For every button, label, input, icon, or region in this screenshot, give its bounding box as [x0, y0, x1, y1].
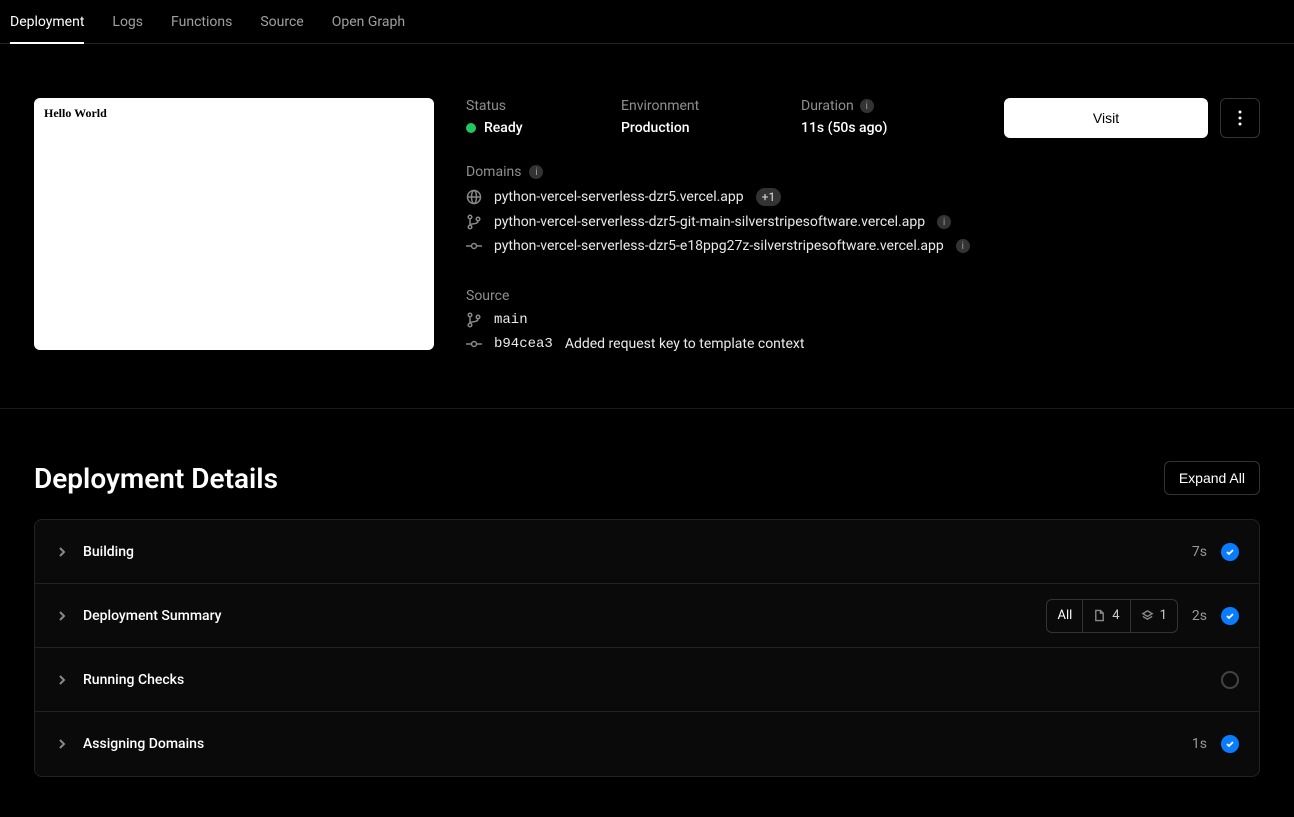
info-icon[interactable]: i — [937, 215, 951, 229]
deployment-meta: Status Ready Environment Production Dura… — [466, 98, 1260, 360]
branch-icon — [466, 214, 482, 230]
step-label: Building — [83, 544, 134, 560]
status-label: Status — [466, 98, 621, 114]
dots-vertical-icon — [1238, 110, 1242, 126]
duration-label: Duration — [801, 98, 854, 114]
status-dot-icon — [466, 123, 476, 133]
environment-block: Environment Production — [621, 98, 801, 136]
step-label: Assigning Domains — [83, 736, 204, 752]
info-icon[interactable]: i — [956, 239, 970, 253]
tab-functions[interactable]: Functions — [171, 0, 232, 44]
domain-row-commit[interactable]: python-vercel-serverless-dzr5-e18ppg27z-… — [466, 238, 1260, 254]
domain-url: python-vercel-serverless-dzr5.vercel.app — [494, 189, 744, 205]
commit-icon — [466, 336, 482, 352]
source-branch: main — [494, 312, 528, 328]
status-block: Status Ready — [466, 98, 621, 136]
expand-all-button[interactable]: Expand All — [1164, 461, 1260, 495]
duration-value: 11s (50s ago) — [801, 120, 971, 136]
source-branch-row[interactable]: main — [466, 312, 1260, 328]
step-assigning-domains[interactable]: Assigning Domains 1s — [35, 712, 1259, 776]
check-success-icon — [1221, 543, 1239, 561]
step-label: Deployment Summary — [83, 608, 222, 624]
step-duration: 1s — [1192, 736, 1207, 752]
layers-icon — [1141, 609, 1154, 622]
summary-filter-pill: All 4 1 — [1046, 599, 1177, 633]
globe-icon — [466, 189, 482, 205]
source-label: Source — [466, 288, 1260, 304]
domain-url: python-vercel-serverless-dzr5-git-main-s… — [494, 214, 925, 230]
tab-logs[interactable]: Logs — [112, 0, 143, 44]
domain-url: python-vercel-serverless-dzr5-e18ppg27z-… — [494, 238, 944, 254]
step-label: Running Checks — [83, 672, 184, 688]
chevron-right-icon — [55, 737, 69, 751]
check-empty-icon — [1221, 671, 1239, 689]
domains-label: Domains — [466, 164, 521, 180]
environment-value: Production — [621, 120, 801, 136]
section-divider — [0, 408, 1294, 409]
check-success-icon — [1221, 735, 1239, 753]
environment-label: Environment — [621, 98, 801, 114]
step-duration: 2s — [1192, 608, 1207, 624]
step-deployment-summary[interactable]: Deployment Summary All 4 1 2s — [35, 584, 1259, 648]
tab-open-graph[interactable]: Open Graph — [332, 0, 405, 44]
step-building[interactable]: Building 7s — [35, 520, 1259, 584]
summary-files-count[interactable]: 4 — [1083, 600, 1130, 632]
duration-block: Duration i 11s (50s ago) — [801, 98, 971, 136]
deployment-steps: Building 7s Deployment Summary All — [34, 519, 1260, 777]
info-icon[interactable]: i — [529, 165, 543, 179]
chevron-right-icon — [55, 609, 69, 623]
info-icon[interactable]: i — [860, 99, 874, 113]
visit-button[interactable]: Visit — [1004, 98, 1208, 138]
commit-hash: b94cea3 — [494, 336, 553, 352]
file-icon — [1093, 609, 1106, 622]
deployment-tabs: Deployment Logs Functions Source Open Gr… — [0, 0, 1294, 44]
check-success-icon — [1221, 607, 1239, 625]
chevron-right-icon — [55, 673, 69, 687]
commit-icon — [466, 238, 482, 254]
branch-icon — [466, 312, 482, 328]
chevron-right-icon — [55, 545, 69, 559]
status-value: Ready — [484, 120, 523, 136]
step-running-checks[interactable]: Running Checks — [35, 648, 1259, 712]
preview-text: Hello World — [44, 106, 107, 120]
domain-row-branch[interactable]: python-vercel-serverless-dzr5-git-main-s… — [466, 214, 1260, 230]
domain-row-primary[interactable]: python-vercel-serverless-dzr5.vercel.app… — [466, 188, 1260, 206]
more-actions-button[interactable] — [1220, 98, 1260, 138]
deployment-preview[interactable]: Hello World — [34, 98, 434, 350]
domain-extra-badge[interactable]: +1 — [756, 188, 782, 206]
summary-filter-all[interactable]: All — [1047, 600, 1083, 632]
tab-deployment[interactable]: Deployment — [10, 0, 84, 44]
commit-message: Added request key to template context — [565, 336, 805, 352]
tab-source[interactable]: Source — [260, 0, 303, 44]
step-duration: 7s — [1192, 544, 1207, 560]
source-commit-row[interactable]: b94cea3 Added request key to template co… — [466, 336, 1260, 352]
details-title: Deployment Details — [34, 462, 278, 495]
summary-assets-count[interactable]: 1 — [1131, 600, 1177, 632]
